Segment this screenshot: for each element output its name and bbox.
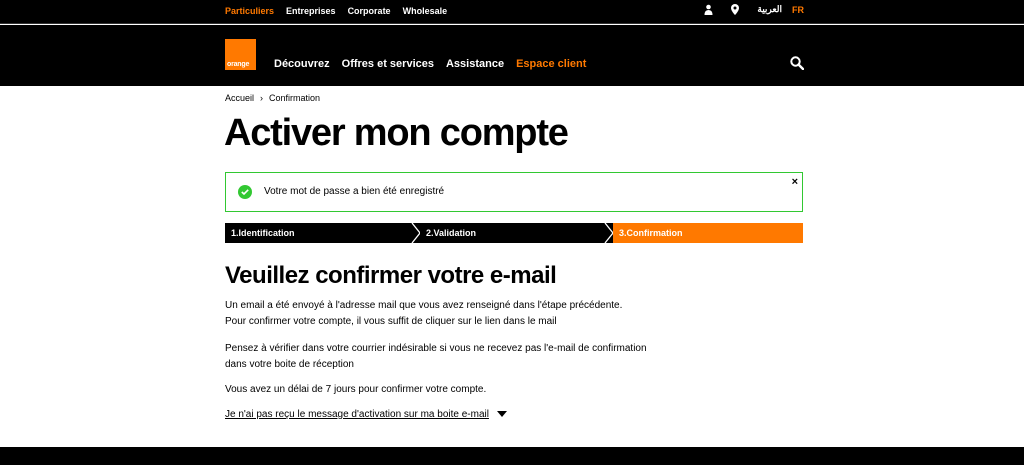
- breadcrumb: Accueil › Confirmation: [225, 93, 320, 103]
- spam-check-paragraph: Pensez à vérifier dans votre courrier in…: [225, 341, 647, 373]
- deadline-paragraph: Vous avez un délai de 7 jours pour confi…: [225, 384, 487, 395]
- logo-text: orange: [227, 61, 250, 68]
- top-utility-bar: Particuliers Entreprises Corporate Whole…: [0, 0, 1024, 24]
- success-alert: Votre mot de passe a bien été enregistré…: [225, 172, 803, 212]
- page-title: Activer mon compte: [224, 112, 569, 154]
- location-pin-icon[interactable]: [731, 4, 740, 15]
- paragraph-line: Pour confirmer votre compte, il vous suf…: [225, 316, 557, 327]
- lang-fr-link[interactable]: FR: [792, 5, 804, 15]
- nav-assistance[interactable]: Assistance: [446, 58, 504, 70]
- nav-decouvrez[interactable]: Découvrez: [274, 58, 330, 70]
- breadcrumb-separator-icon: ›: [260, 93, 264, 103]
- not-received-link[interactable]: Je n'ai pas reçu le message d'activation…: [225, 409, 489, 420]
- check-circle-icon: [238, 185, 252, 199]
- step-label: 1.Identification: [231, 228, 295, 238]
- segment-corporate[interactable]: Corporate: [348, 6, 391, 16]
- alert-message: Votre mot de passe a bien été enregistré: [264, 186, 445, 197]
- progress-steps: 1.Identification 2.Validation 3.Confirma…: [225, 223, 803, 243]
- step-label: 3.Confirmation: [619, 228, 683, 238]
- breadcrumb-home[interactable]: Accueil: [225, 93, 254, 103]
- step-confirmation: 3.Confirmation: [613, 223, 803, 243]
- nav-espace-client[interactable]: Espace client: [516, 58, 586, 70]
- segment-entreprises[interactable]: Entreprises: [286, 6, 336, 16]
- step-validation: 2.Validation: [420, 223, 614, 243]
- segment-wholesale[interactable]: Wholesale: [403, 6, 448, 16]
- search-icon[interactable]: [790, 56, 805, 75]
- footer-bar: [0, 447, 1024, 465]
- email-sent-paragraph: Un email a été envoyé à l'adresse mail q…: [225, 298, 622, 330]
- not-received-toggle[interactable]: Je n'ai pas reçu le message d'activation…: [225, 409, 507, 420]
- utility-links: العربية FR: [704, 4, 804, 15]
- user-icon[interactable]: [704, 4, 713, 15]
- nav-offres-services[interactable]: Offres et services: [342, 58, 434, 70]
- paragraph-line: Pensez à vérifier dans votre courrier in…: [225, 343, 647, 354]
- lang-arabic-link[interactable]: العربية: [757, 4, 782, 15]
- breadcrumb-current: Confirmation: [269, 93, 321, 103]
- close-icon[interactable]: ×: [792, 176, 798, 188]
- segment-particuliers[interactable]: Particuliers: [225, 6, 274, 16]
- step-label: 2.Validation: [426, 228, 477, 238]
- paragraph-line: Un email a été envoyé à l'adresse mail q…: [225, 300, 623, 311]
- segment-nav: Particuliers Entreprises Corporate Whole…: [225, 6, 447, 16]
- orange-logo[interactable]: orange: [225, 39, 256, 70]
- step-identification: 1.Identification: [225, 223, 421, 243]
- section-title: Veuillez confirmer votre e-mail: [225, 262, 557, 289]
- caret-down-icon[interactable]: [496, 411, 507, 418]
- paragraph-line: dans votre boite de réception: [225, 359, 354, 370]
- main-navigation: orange Découvrez Offres et services Assi…: [0, 25, 1024, 86]
- nav-links: Découvrez Offres et services Assistance …: [274, 58, 586, 70]
